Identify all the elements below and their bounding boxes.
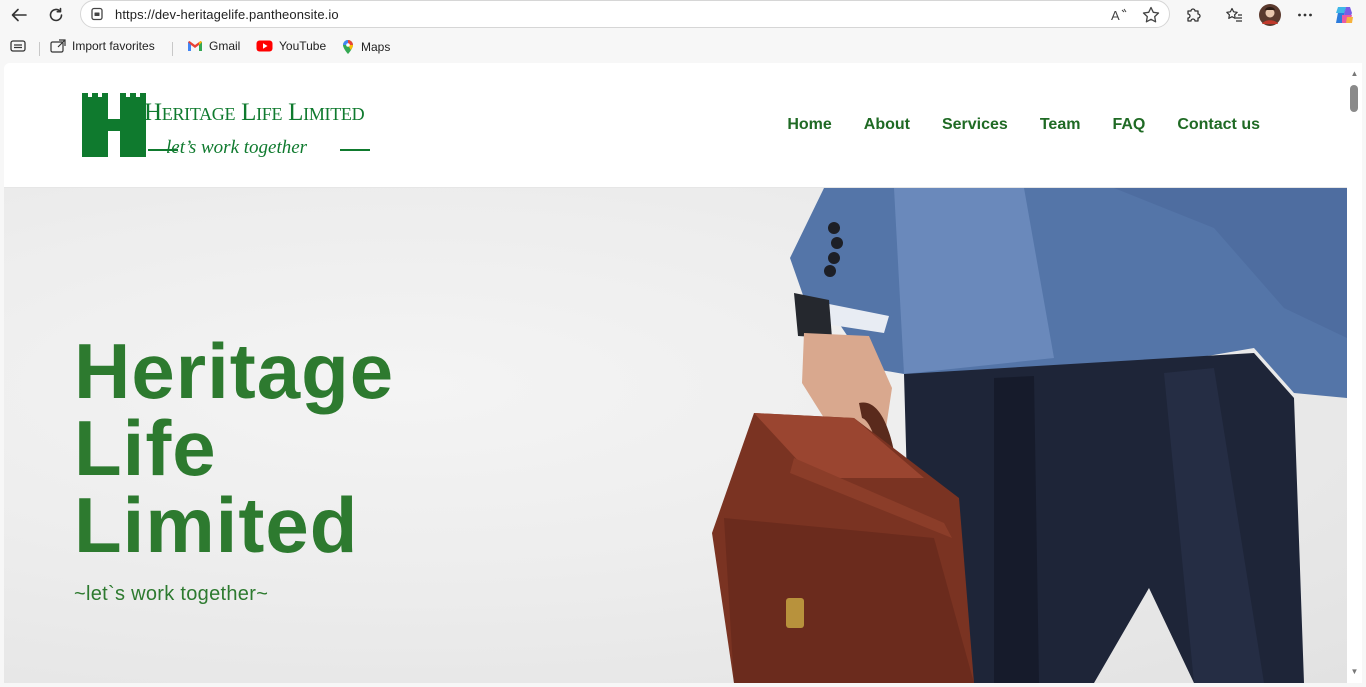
profile-button[interactable]	[1257, 2, 1283, 28]
bookmark-gmail[interactable]: Gmail	[187, 39, 240, 53]
nav-about[interactable]: About	[864, 116, 910, 134]
hero-title: Heritage Life Limited	[74, 327, 395, 569]
ellipsis-icon	[1298, 13, 1312, 17]
hero-subtitle: ~let`s work together~	[74, 583, 269, 605]
bookmark-import-favorites[interactable]: Import favorites	[50, 39, 155, 53]
site-info-icon[interactable]	[89, 6, 105, 22]
hero-title-line: Life	[74, 404, 217, 492]
page-scrollbar[interactable]: ▲ ▼	[1347, 63, 1362, 683]
logo-tagline: let’s work together	[166, 137, 308, 158]
copilot-button[interactable]	[1331, 2, 1357, 28]
nav-services[interactable]: Services	[942, 116, 1008, 134]
scroll-down-icon[interactable]: ▼	[1350, 667, 1359, 676]
castle-h-logo-icon	[82, 93, 146, 157]
extensions-button[interactable]	[1180, 2, 1206, 28]
back-button[interactable]	[6, 2, 32, 28]
scrollbar-thumb[interactable]	[1350, 85, 1358, 112]
bookmark-label: Import favorites	[72, 39, 155, 53]
site-header: Heritage Life Limited let’s work togethe…	[4, 63, 1347, 188]
browser-toolbar: https://dev-heritagelife.pantheonsite.io…	[0, 0, 1366, 30]
nav-contact-us[interactable]: Contact us	[1177, 116, 1260, 134]
avatar	[1259, 4, 1281, 26]
bookmark-maps[interactable]: Maps	[341, 39, 390, 55]
address-url[interactable]: https://dev-heritagelife.pantheonsite.io	[115, 7, 339, 22]
refresh-button[interactable]	[43, 2, 69, 28]
bookmark-label: YouTube	[279, 39, 327, 53]
gmail-icon	[188, 41, 202, 51]
logo-name: Heritage Life Limited	[144, 99, 365, 126]
import-icon	[50, 39, 66, 53]
page-viewport: Heritage Life Limited let’s work togethe…	[4, 63, 1347, 683]
svg-text:A: A	[1111, 8, 1120, 23]
favorites-button[interactable]	[1221, 2, 1247, 28]
address-bar[interactable]: https://dev-heritagelife.pantheonsite.io…	[80, 0, 1170, 28]
read-aloud-icon[interactable]: A	[1109, 5, 1129, 25]
bookmark-label: Gmail	[209, 39, 241, 53]
logo-divider	[340, 149, 370, 151]
bookmark-separator	[39, 42, 40, 56]
back-arrow-icon	[11, 8, 27, 22]
copilot-icon	[1336, 7, 1353, 23]
hero-title-line: Limited	[74, 481, 359, 569]
scroll-up-icon[interactable]: ▲	[1350, 69, 1359, 78]
bookmark-youtube[interactable]: YouTube	[256, 39, 326, 53]
favorite-star-icon[interactable]	[1141, 5, 1161, 25]
maps-pin-icon	[343, 40, 353, 54]
bookmarks-bar: Import favorites Gmail YouTube Maps	[0, 34, 1366, 60]
bookmark-label: Maps	[361, 40, 391, 54]
nav-team[interactable]: Team	[1040, 116, 1081, 134]
favorites-list-icon	[1226, 7, 1242, 22]
hero-title-line: Heritage	[74, 327, 395, 415]
main-navigation: Home About Services Team FAQ Contact us	[755, 116, 1260, 134]
puzzle-icon	[1187, 8, 1201, 22]
youtube-icon	[256, 40, 273, 52]
site-logo[interactable]: Heritage Life Limited let’s work togethe…	[80, 89, 380, 161]
tab-actions-icon	[10, 40, 26, 52]
refresh-icon	[49, 7, 63, 22]
tab-actions-button[interactable]	[10, 39, 32, 53]
nav-faq[interactable]: FAQ	[1112, 116, 1145, 134]
nav-home[interactable]: Home	[787, 116, 831, 134]
businessman-briefcase-photo	[712, 188, 1347, 683]
hero-banner: Heritage Life Limited ~let`s work togeth…	[4, 188, 1347, 683]
more-menu-button[interactable]	[1292, 2, 1318, 28]
bookmark-separator	[172, 42, 173, 56]
